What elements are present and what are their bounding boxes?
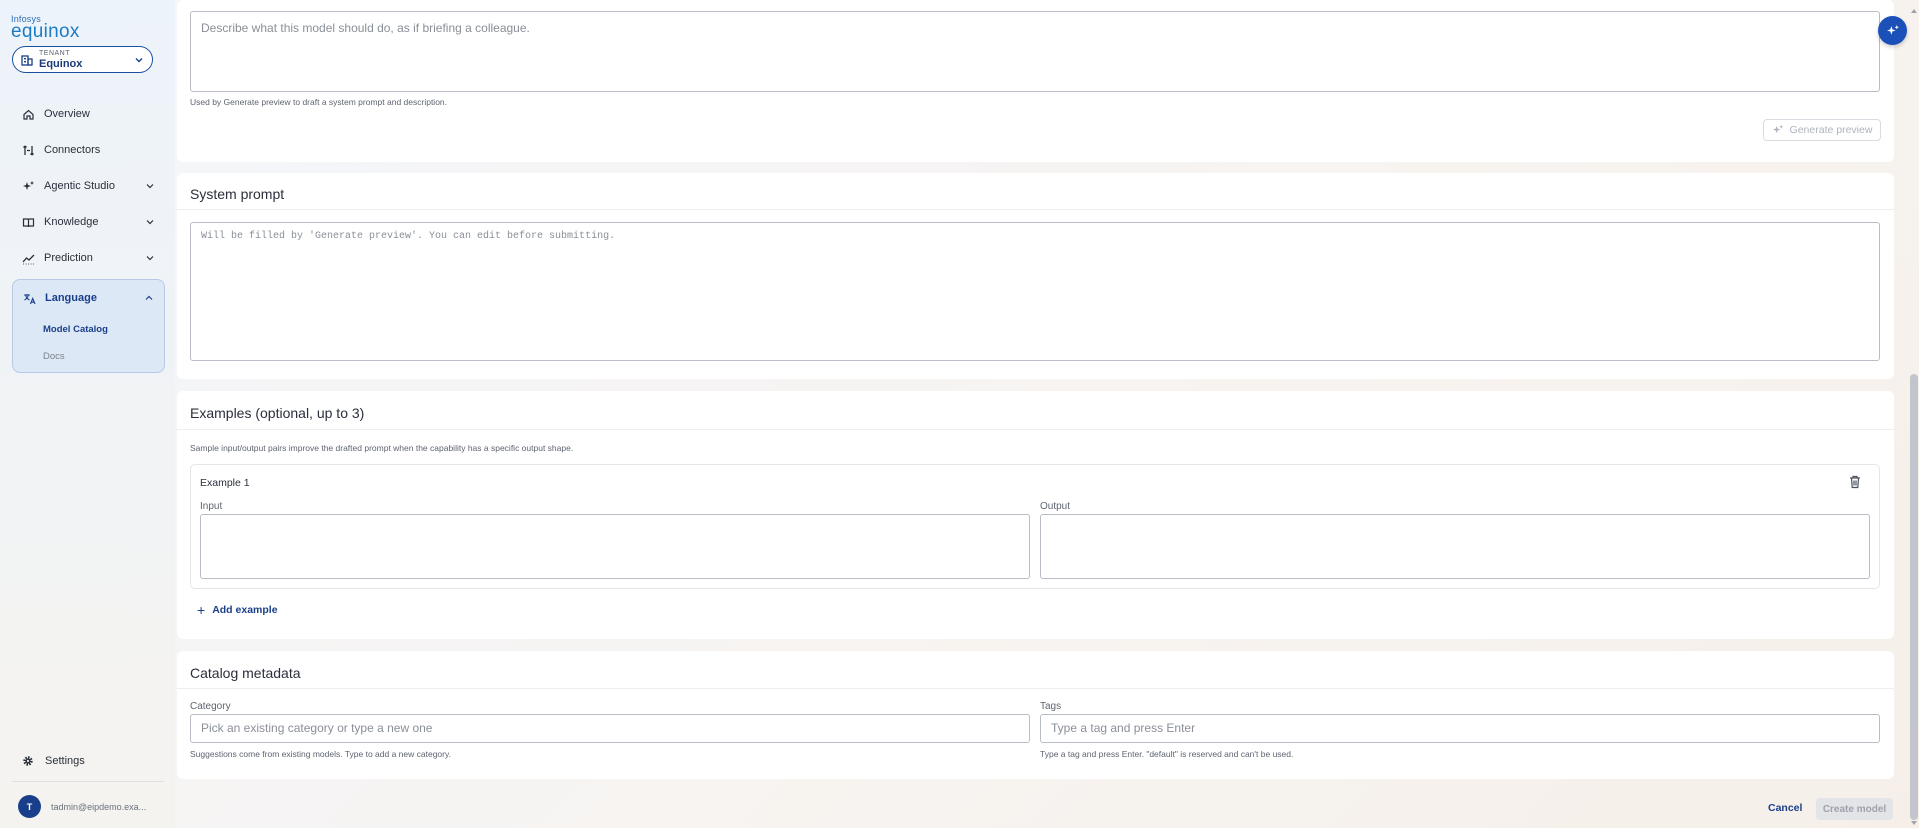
- tags-label: Tags: [1040, 701, 1062, 712]
- category-input[interactable]: Pick an existing category or type a new …: [190, 714, 1030, 743]
- example-card: Example 1 Input Output: [190, 464, 1880, 589]
- chevron-down-icon: [146, 256, 154, 261]
- plus-icon: +: [197, 602, 206, 618]
- home-icon: [23, 109, 34, 120]
- system-prompt-textarea[interactable]: Will be filled by 'Generate preview'. Yo…: [190, 222, 1880, 361]
- sparkle-icon: [1886, 24, 1899, 35]
- section-divider: [177, 429, 1894, 430]
- translate-icon: [24, 293, 36, 304]
- system-prompt-panel: System prompt Will be filled by 'Generat…: [177, 173, 1894, 379]
- sidebar-item-label: Knowledge: [44, 216, 99, 228]
- sidebar-item-settings[interactable]: Settings: [22, 755, 85, 767]
- tenant-label: TENANT: [39, 49, 70, 57]
- tags-hint: Type a tag and press Enter. "default" is…: [1040, 749, 1294, 759]
- user-menu[interactable]: T tadmin@eipdemo.exa...: [18, 795, 146, 818]
- section-title: Examples (optional, up to 3): [190, 405, 365, 421]
- sidebar: Infosys equinox TENANT Equinox Overview …: [0, 0, 175, 828]
- user-email: tadmin@eipdemo.exa...: [51, 801, 147, 812]
- sidebar-item-connectors[interactable]: Connectors: [12, 132, 165, 168]
- output-label: Output: [1040, 501, 1071, 512]
- sidebar-item-label: Agentic Studio: [44, 180, 115, 192]
- sidebar-item-language[interactable]: Language: [13, 280, 164, 316]
- scrollbar-thumb[interactable]: [1910, 374, 1918, 820]
- brief-hint: Used by Generate preview to draft a syst…: [190, 97, 448, 107]
- input-label: Input: [200, 501, 223, 512]
- avatar: T: [18, 795, 41, 818]
- sidebar-item-knowledge[interactable]: Knowledge: [12, 204, 165, 240]
- brand-main: equinox: [11, 21, 80, 42]
- scroll-up-icon[interactable]: [1910, 7, 1918, 15]
- generate-preview-button[interactable]: Generate preview: [1763, 119, 1881, 141]
- cancel-button[interactable]: Cancel: [1768, 802, 1802, 814]
- book-icon: [22, 217, 35, 227]
- chevron-down-icon: [135, 58, 143, 63]
- sidebar-item-label: Connectors: [44, 144, 101, 156]
- sidebar-nav: Overview Connectors Agentic Studio Knowl…: [12, 96, 165, 373]
- example-output-field[interactable]: [1040, 514, 1870, 579]
- examples-hint: Sample input/output pairs improve the dr…: [190, 443, 574, 453]
- tags-input[interactable]: Type a tag and press Enter: [1040, 714, 1880, 743]
- trash-icon[interactable]: [1849, 475, 1861, 489]
- sidebar-subitem-model-catalog[interactable]: Model Catalog: [13, 316, 164, 343]
- brief-textarea[interactable]: Describe what this model should do, as i…: [190, 11, 1880, 92]
- sidebar-item-agentic-studio[interactable]: Agentic Studio: [12, 168, 165, 204]
- example-title: Example 1: [200, 477, 250, 489]
- sidebar-item-label: Language: [45, 292, 97, 304]
- sidebar-group-language: Language Model Catalog Docs: [12, 279, 165, 373]
- example-input-field[interactable]: [200, 514, 1030, 579]
- add-example-button[interactable]: + Add example: [197, 602, 278, 618]
- ai-assistant-button[interactable]: [1878, 16, 1907, 45]
- tenant-value: Equinox: [39, 57, 83, 70]
- create-model-button[interactable]: Create model: [1816, 798, 1893, 820]
- add-example-label: Add example: [212, 604, 278, 616]
- sidebar-item-label: Prediction: [44, 252, 93, 264]
- trend-icon: [22, 254, 35, 264]
- sparkle-icon: [23, 180, 34, 190]
- sidebar-subitem-docs[interactable]: Docs: [13, 343, 164, 370]
- section-divider: [177, 688, 1894, 689]
- sidebar-item-prediction[interactable]: Prediction: [12, 240, 165, 276]
- tenant-selector[interactable]: TENANT Equinox: [12, 46, 153, 73]
- section-title: Catalog metadata: [190, 665, 301, 681]
- chevron-down-icon: [146, 184, 154, 189]
- chevron-down-icon: [146, 220, 154, 225]
- sidebar-item-overview[interactable]: Overview: [12, 96, 165, 132]
- sidebar-divider: [12, 781, 164, 782]
- gear-icon: [23, 756, 33, 766]
- category-hint: Suggestions come from existing models. T…: [190, 749, 451, 759]
- connectors-icon: [23, 145, 34, 155]
- settings-label: Settings: [45, 755, 85, 767]
- catalog-panel: Catalog metadata Category Pick an existi…: [177, 651, 1894, 779]
- generate-preview-label: Generate preview: [1789, 124, 1873, 136]
- building-icon: [21, 54, 33, 66]
- examples-panel: Examples (optional, up to 3) Sample inpu…: [177, 391, 1894, 639]
- sidebar-item-label: Overview: [44, 108, 90, 120]
- section-divider: [177, 209, 1894, 210]
- chevron-up-icon: [145, 295, 153, 300]
- section-title: System prompt: [190, 186, 285, 202]
- category-label: Category: [190, 701, 231, 712]
- brief-panel: Describe what this model should do, as i…: [177, 0, 1894, 162]
- scroll-down-icon[interactable]: [1910, 819, 1918, 827]
- brand-logo[interactable]: Infosys equinox: [11, 15, 80, 42]
- sparkle-icon: [1772, 124, 1783, 134]
